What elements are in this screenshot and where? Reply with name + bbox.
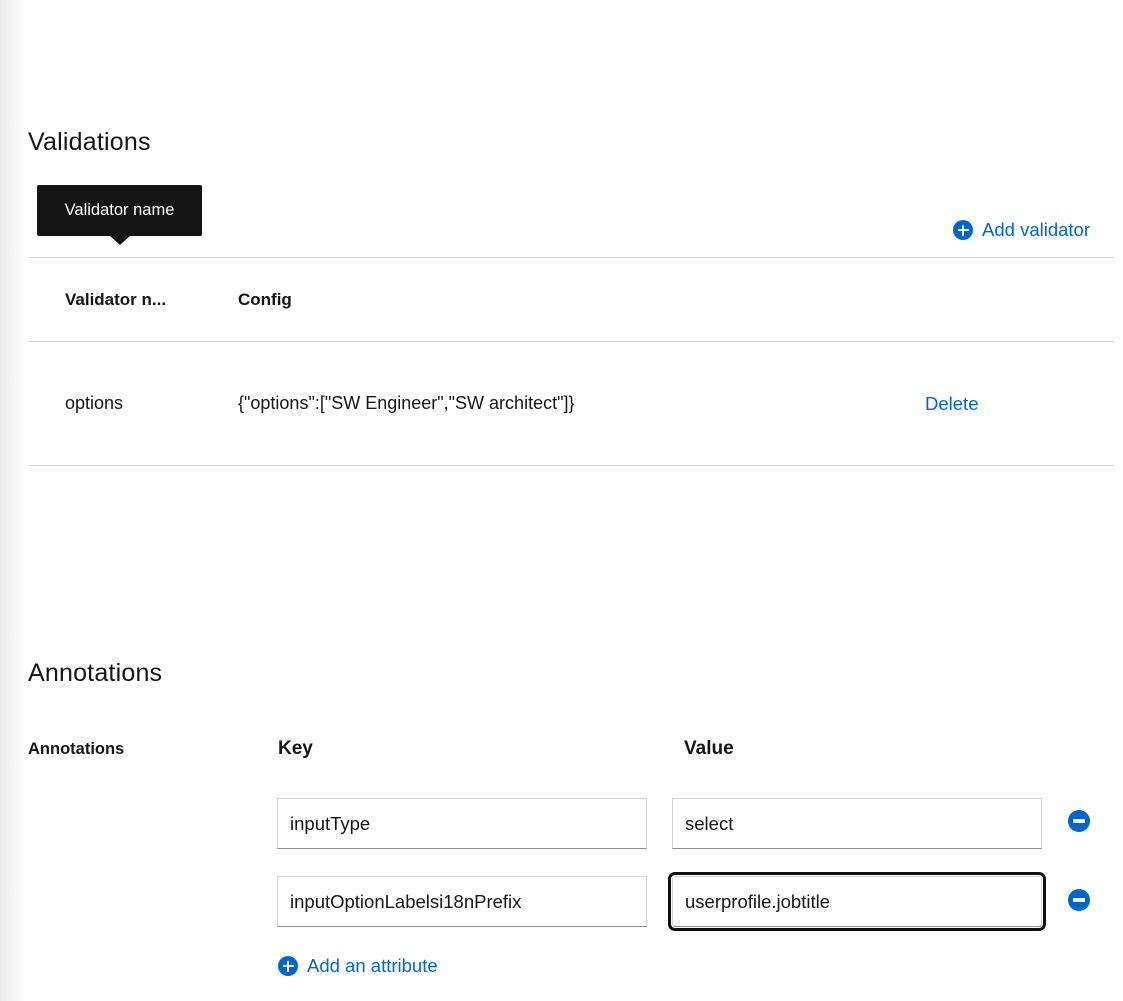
- validator-name-tooltip: Validator name: [37, 185, 202, 236]
- minus-circle-icon[interactable]: [1068, 810, 1090, 832]
- annotation-key-input[interactable]: [277, 876, 647, 927]
- value-column-header: Value: [684, 738, 734, 760]
- validations-section-title: Validations: [28, 128, 151, 157]
- column-header-config: Config: [238, 290, 925, 310]
- annotation-key-input[interactable]: [277, 798, 647, 849]
- annotations-section-title: Annotations: [28, 659, 162, 688]
- validations-table-header: Validator n... Config: [28, 257, 1114, 342]
- add-validator-label: Add validator: [982, 219, 1090, 241]
- key-column-header: Key: [278, 738, 313, 760]
- add-attribute-label: Add an attribute: [307, 955, 438, 977]
- plus-circle-icon: [278, 956, 298, 976]
- column-header-validator-name: Validator n...: [28, 290, 238, 310]
- validator-name-cell: options: [28, 393, 238, 414]
- minus-circle-icon[interactable]: [1068, 889, 1090, 911]
- table-row: options {"options":["SW Engineer","SW ar…: [28, 342, 1114, 466]
- panel-edge-shadow: [0, 0, 26, 1001]
- annotation-value-input-focused[interactable]: [672, 876, 1042, 927]
- validations-table: Validator n... Config options {"options"…: [28, 257, 1114, 466]
- plus-circle-icon: [953, 220, 973, 240]
- annotation-value-input[interactable]: [672, 798, 1042, 849]
- tooltip-caret: [110, 236, 130, 245]
- validator-config-cell: {"options":["SW Engineer","SW architect"…: [238, 393, 925, 414]
- delete-validator-button[interactable]: Delete: [925, 393, 978, 415]
- annotations-field-label: Annotations: [28, 740, 124, 759]
- add-validator-button[interactable]: Add validator: [953, 219, 1090, 241]
- add-attribute-button[interactable]: Add an attribute: [278, 955, 438, 977]
- tooltip-text: Validator name: [65, 201, 175, 219]
